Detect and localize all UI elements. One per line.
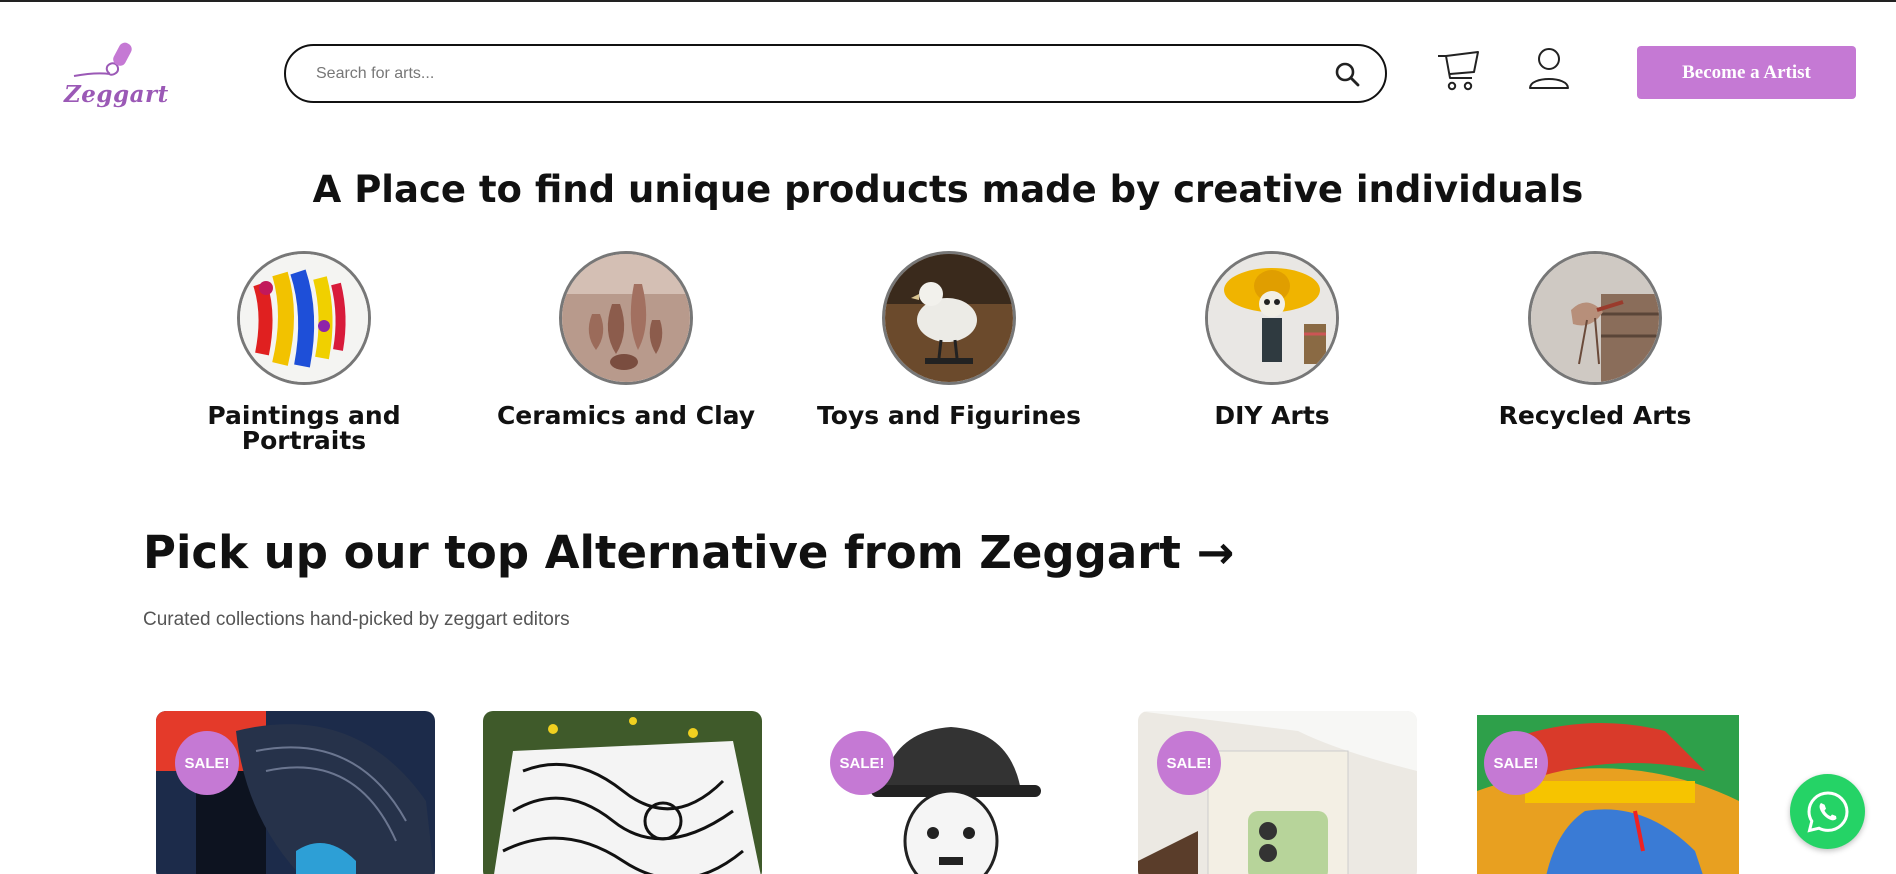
recycled-image[interactable] bbox=[1528, 251, 1662, 385]
category-toys[interactable]: Toys and Figurines bbox=[789, 251, 1109, 428]
whatsapp-chat-button[interactable] bbox=[1790, 774, 1865, 849]
product-card[interactable]: SALE! bbox=[1465, 711, 1744, 874]
section-title-link[interactable]: Pick up our top Alternative from Zeggart… bbox=[143, 526, 1234, 579]
category-diy[interactable]: DIY Arts bbox=[1112, 251, 1432, 428]
product-card[interactable] bbox=[483, 711, 762, 874]
product-image bbox=[483, 711, 762, 874]
sale-badge: SALE! bbox=[1157, 731, 1221, 795]
logo-text: Zeggart bbox=[64, 81, 169, 108]
category-label: Ceramics and Clay bbox=[496, 401, 756, 430]
hero-title: A Place to find unique products made by … bbox=[312, 168, 1584, 211]
search-input[interactable] bbox=[316, 64, 1333, 83]
section-subtitle: Curated collections hand-picked by zegga… bbox=[143, 609, 570, 630]
product-card[interactable]: SALE! bbox=[156, 711, 435, 874]
diy-image[interactable] bbox=[1205, 251, 1339, 385]
category-paintings[interactable]: Paintings and Portraits bbox=[144, 251, 464, 453]
sale-badge: SALE! bbox=[175, 731, 239, 795]
category-label: Paintings and Portraits bbox=[207, 401, 401, 455]
category-label: Recycled Arts bbox=[1498, 401, 1692, 430]
product-card[interactable]: SALE! bbox=[811, 711, 1090, 874]
category-recycled[interactable]: Recycled Arts bbox=[1435, 251, 1755, 428]
ceramics-image[interactable] bbox=[559, 251, 693, 385]
user-account-icon[interactable] bbox=[1526, 46, 1572, 92]
search-bar[interactable] bbox=[284, 44, 1387, 103]
logo[interactable]: Zeggart bbox=[60, 36, 168, 108]
paintings-image[interactable] bbox=[237, 251, 371, 385]
search-icon[interactable] bbox=[1333, 60, 1361, 88]
category-label: Toys and Figurines bbox=[817, 401, 1081, 430]
product-card[interactable]: SALE! bbox=[1138, 711, 1417, 874]
whatsapp-icon bbox=[1806, 790, 1849, 833]
category-label: DIY Arts bbox=[1214, 401, 1330, 430]
become-artist-button[interactable]: Become a Artist bbox=[1637, 46, 1856, 99]
toys-image[interactable] bbox=[882, 251, 1016, 385]
category-ceramics[interactable]: Ceramics and Clay bbox=[466, 251, 786, 428]
cart-icon[interactable] bbox=[1434, 44, 1482, 92]
sale-badge: SALE! bbox=[1484, 731, 1548, 795]
sale-badge: SALE! bbox=[830, 731, 894, 795]
